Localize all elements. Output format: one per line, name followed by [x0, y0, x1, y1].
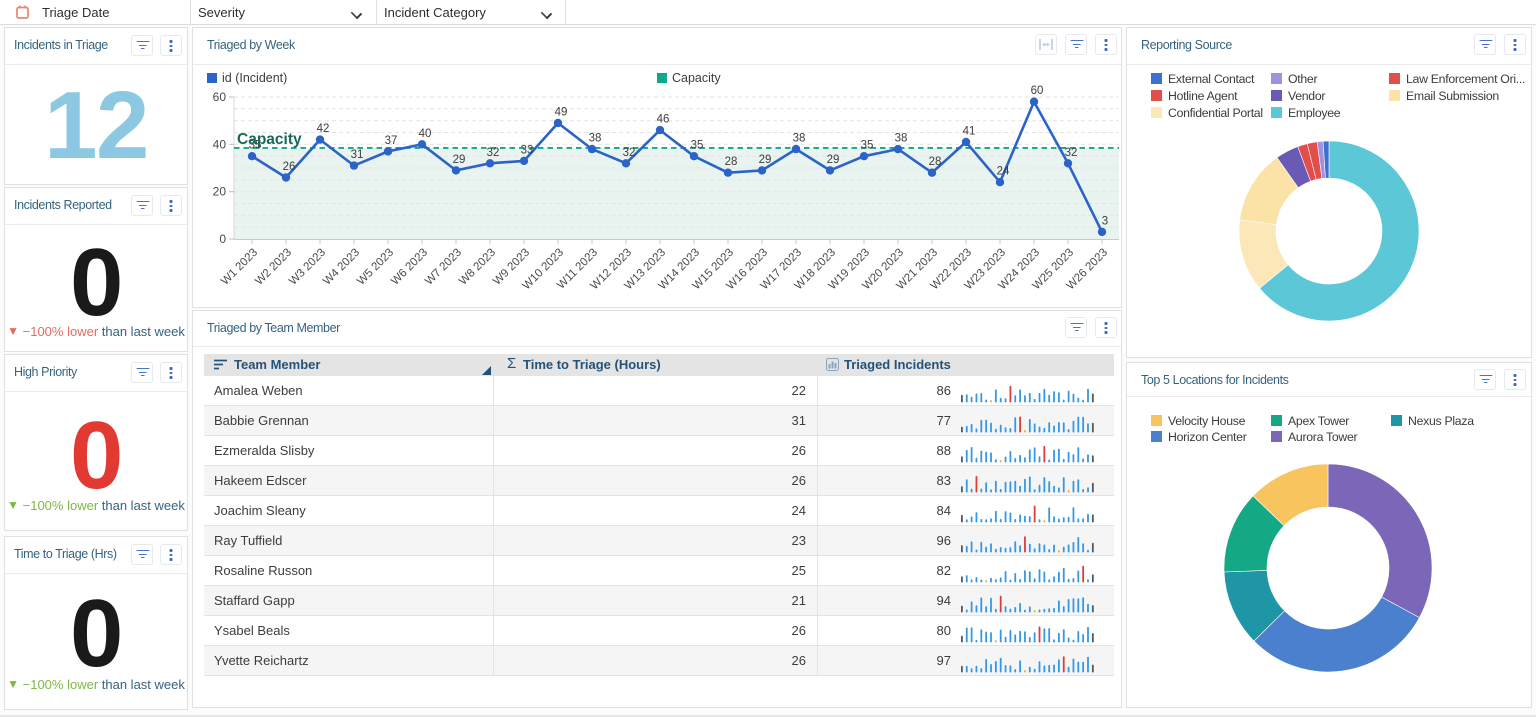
svg-text:35: 35: [861, 140, 874, 152]
svg-text:46: 46: [657, 114, 670, 126]
svg-text:26: 26: [283, 161, 296, 173]
svg-text:37: 37: [385, 135, 398, 147]
svg-text:41: 41: [963, 126, 976, 138]
svg-text:38: 38: [793, 133, 806, 145]
svg-text:32: 32: [1065, 147, 1078, 159]
svg-text:60: 60: [1031, 85, 1044, 97]
svg-text:38: 38: [895, 133, 908, 145]
svg-text:W5 2023: W5 2023: [355, 247, 396, 288]
svg-text:28: 28: [725, 156, 738, 168]
svg-text:W2 2023: W2 2023: [253, 247, 294, 288]
svg-text:W3 2023: W3 2023: [287, 247, 328, 288]
svg-text:W8 2023: W8 2023: [457, 247, 498, 288]
svg-text:W6 2023: W6 2023: [389, 247, 430, 288]
svg-text:33: 33: [521, 144, 534, 156]
svg-text:0: 0: [219, 232, 226, 246]
svg-text:29: 29: [453, 154, 466, 166]
svg-text:20: 20: [213, 185, 227, 199]
svg-text:40: 40: [419, 128, 432, 140]
svg-text:31: 31: [351, 149, 364, 161]
svg-text:28: 28: [929, 156, 942, 168]
svg-text:40: 40: [213, 137, 227, 151]
svg-text:Capacity: Capacity: [237, 131, 302, 148]
svg-text:42: 42: [317, 123, 330, 135]
svg-text:32: 32: [623, 147, 636, 159]
svg-text:38: 38: [589, 133, 602, 145]
svg-text:W7 2023: W7 2023: [423, 247, 464, 288]
svg-text:35: 35: [691, 140, 704, 152]
svg-text:24: 24: [997, 166, 1010, 178]
svg-text:49: 49: [555, 107, 568, 119]
svg-text:Capacity: Capacity: [672, 71, 721, 85]
svg-text:W4 2023: W4 2023: [321, 247, 362, 288]
svg-text:32: 32: [487, 147, 500, 159]
svg-text:3: 3: [1102, 215, 1108, 227]
svg-text:id (Incident): id (Incident): [222, 71, 287, 85]
svg-text:29: 29: [827, 154, 840, 166]
svg-text:W1 2023: W1 2023: [219, 247, 260, 288]
svg-text:60: 60: [213, 90, 227, 104]
svg-text:29: 29: [759, 154, 772, 166]
